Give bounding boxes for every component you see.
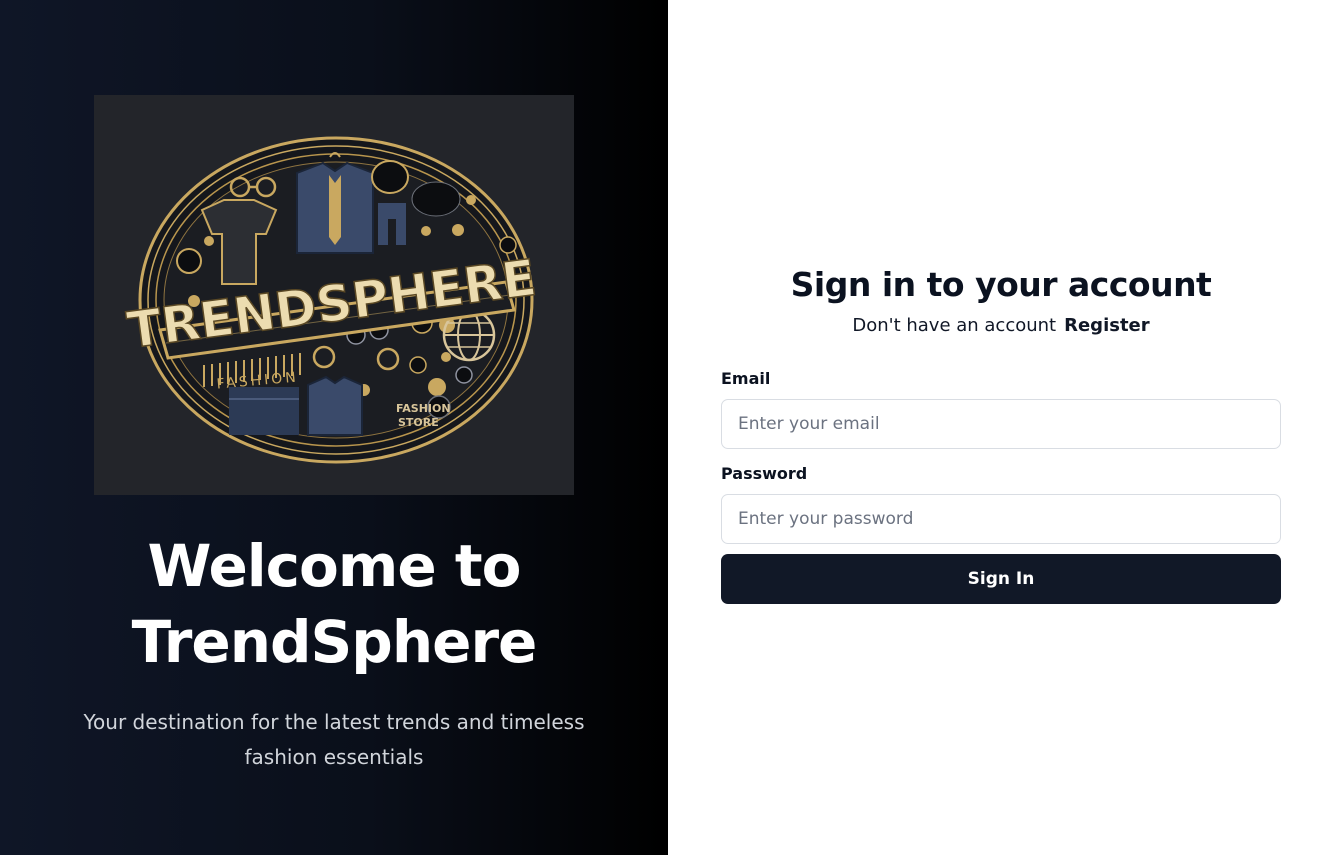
no-account-text: Don't have an account bbox=[852, 315, 1057, 336]
logo-badge-text-1: FASHION bbox=[396, 402, 451, 415]
brand-logo: TRENDSPHERE FASHION FASHION STORE bbox=[94, 95, 574, 495]
email-field[interactable] bbox=[721, 399, 1281, 449]
auth-panel: Sign in to your account Don't have an ac… bbox=[668, 0, 1330, 855]
register-link[interactable]: Register bbox=[1064, 315, 1150, 336]
sign-in-form: Sign in to your account Don't have an ac… bbox=[721, 262, 1281, 604]
hero-panel: TRENDSPHERE FASHION FASHION STORE Welcom… bbox=[0, 0, 668, 855]
password-label: Password bbox=[721, 464, 808, 483]
sign-in-button[interactable]: Sign In bbox=[721, 554, 1281, 604]
sign-in-title: Sign in to your account bbox=[790, 265, 1212, 304]
welcome-tagline: Your destination for the latest trends a… bbox=[83, 710, 585, 769]
welcome-title-line-1: Welcome to bbox=[147, 532, 522, 600]
email-label: Email bbox=[721, 369, 771, 388]
welcome-title: Welcome to TrendSphere bbox=[0, 528, 668, 680]
logo-badge-text-2: STORE bbox=[398, 416, 439, 429]
password-field[interactable] bbox=[721, 494, 1281, 544]
register-prompt: Don't have an account Register bbox=[721, 314, 1281, 338]
welcome-title-line-2: TrendSphere bbox=[131, 608, 538, 676]
